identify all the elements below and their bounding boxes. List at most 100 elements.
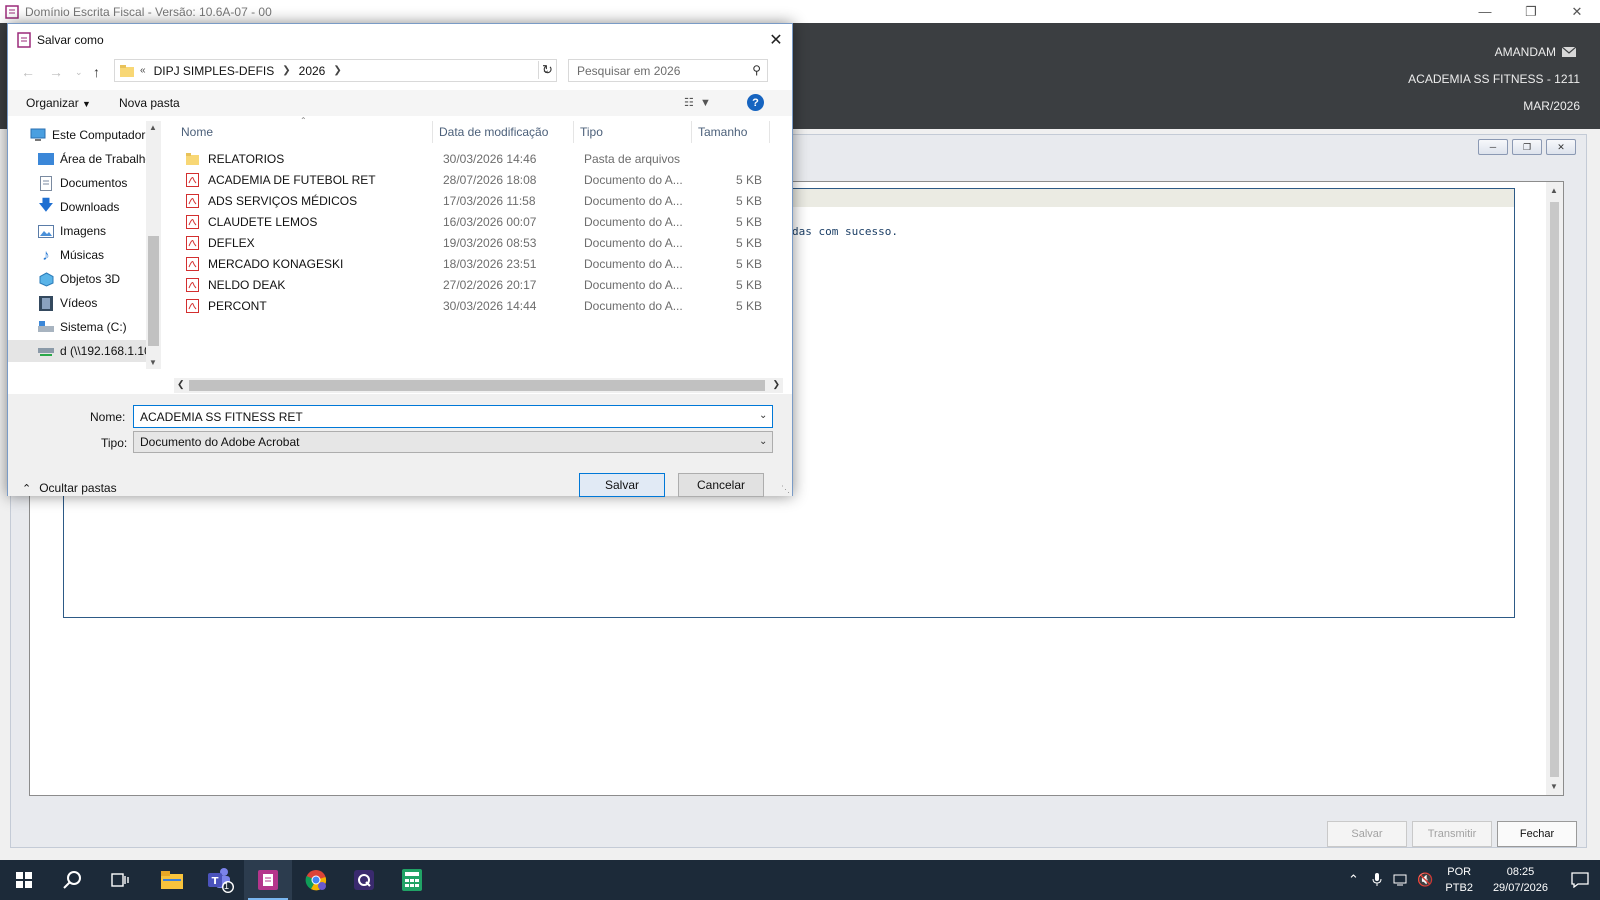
file-row-claudete-lemos[interactable]: CLAUDETE LEMOS 16/03/2026 00:07 Document… — [178, 212, 768, 232]
recent-locations-chevron-icon[interactable]: ⌄ — [75, 67, 83, 78]
filename-input[interactable] — [133, 405, 773, 428]
file-row-relatorios[interactable]: RELATORIOS 30/03/2026 14:46 Pasta de arq… — [178, 149, 768, 169]
transmit-button[interactable]: Transmitir — [1412, 821, 1492, 847]
search-icon — [63, 871, 81, 889]
nav-3d-objects[interactable]: Objetos 3D — [38, 268, 161, 290]
nav-downloads[interactable]: 🡇 Downloads — [38, 196, 161, 218]
dialog-navigation-row: ← → ⌄ ↑ « DIPJ SIMPLES-DEFIS ❯ 2026 ❯ ⌄ … — [8, 57, 792, 87]
chrome-icon — [305, 870, 327, 891]
search-taskbar-button[interactable] — [48, 860, 96, 900]
close-main-button[interactable]: Fechar — [1497, 821, 1577, 847]
resize-grip-icon[interactable]: ⋱ — [781, 484, 790, 495]
view-options-icon[interactable]: ☷ ▼ — [684, 96, 711, 109]
scroll-up-icon[interactable]: ▲ — [149, 123, 157, 132]
breadcrumb-2026[interactable]: 2026 — [299, 64, 326, 78]
save-main-button[interactable]: Salvar — [1327, 821, 1407, 847]
inner-restore-button[interactable]: ❐ — [1512, 139, 1542, 155]
filetype-label: Tipo: — [101, 436, 128, 450]
refresh-icon[interactable]: ↻ — [538, 61, 556, 79]
file-row-percont[interactable]: PERCONT 30/03/2026 14:44 Documento do A.… — [178, 296, 768, 316]
filename-dropdown-icon[interactable]: ⌄ — [759, 410, 767, 421]
scroll-thumb[interactable] — [1550, 202, 1559, 777]
nav-videos[interactable]: Vídeos — [38, 292, 161, 314]
user-name: AMANDAM — [1494, 45, 1556, 59]
column-type[interactable]: Tipo — [574, 121, 692, 143]
restore-button[interactable]: ❐ — [1508, 0, 1554, 23]
dialog-app-icon — [17, 31, 31, 48]
breadcrumb-overflow[interactable]: « — [140, 65, 146, 76]
scroll-right-icon[interactable]: ❯ — [772, 379, 780, 390]
save-button[interactable]: Salvar — [579, 473, 665, 497]
scroll-left-icon[interactable]: ❮ — [177, 379, 185, 390]
dialog-close-button[interactable]: ✕ — [760, 24, 792, 55]
scroll-up-icon[interactable]: ▲ — [1550, 186, 1558, 195]
file-row-academia-futebol[interactable]: ACADEMIA DE FUTEBOL RET 28/07/2026 18:08… — [178, 170, 768, 190]
navigation-scrollbar[interactable]: ▲ ▼ — [146, 121, 161, 369]
videos-icon — [38, 295, 54, 311]
file-list-horizontal-scrollbar[interactable]: ❮ ❯ — [174, 378, 783, 393]
nav-network-drive[interactable]: d (\\192.168.1.10 — [8, 340, 151, 362]
pdf-icon — [186, 278, 199, 292]
notifications-button[interactable] — [1560, 872, 1600, 888]
nav-images[interactable]: Imagens — [38, 220, 161, 242]
forward-arrow-icon[interactable]: → — [49, 64, 63, 80]
scroll-down-icon[interactable]: ▼ — [1550, 782, 1558, 791]
chrome-taskbar[interactable] — [292, 860, 340, 900]
file-row-mercado-konageski[interactable]: MERCADO KONAGESKI 18/03/2026 23:51 Docum… — [178, 254, 768, 274]
nav-music[interactable]: ♪ Músicas — [38, 244, 161, 266]
minimize-button[interactable]: — — [1462, 0, 1508, 23]
inner-close-button[interactable]: ✕ — [1546, 139, 1576, 155]
language-indicator[interactable]: POR PTB2 — [1445, 864, 1473, 896]
navigation-pane: Este Computador Área de Trabalho Documen… — [8, 121, 161, 369]
search-input[interactable]: Pesquisar em 2026 ⚲ — [568, 59, 768, 82]
chevron-up-icon[interactable]: ⌃ — [1341, 872, 1365, 888]
column-date[interactable]: Data de modificação — [433, 121, 574, 143]
filetype-select[interactable]: Documento do Adobe Acrobat — [133, 431, 773, 453]
content-scrollbar[interactable]: ▲ ▼ — [1546, 182, 1563, 795]
hide-folders-toggle[interactable]: ⌃ Ocultar pastas — [22, 481, 117, 495]
close-button[interactable]: ✕ — [1554, 0, 1600, 23]
clock[interactable]: 08:25 29/07/2026 — [1493, 864, 1548, 896]
cancel-button[interactable]: Cancelar — [678, 473, 764, 497]
new-folder-button[interactable]: Nova pasta — [119, 96, 180, 110]
app-titlebar: Domínio Escrita Fiscal - Versão: 10.6A-0… — [0, 0, 1600, 23]
images-icon — [38, 223, 54, 239]
column-name[interactable]: Nome — [175, 121, 433, 143]
file-row-ads-servicos[interactable]: ADS SERVIÇOS MÉDICOS 17/03/2026 11:58 Do… — [178, 191, 768, 211]
dominio-taskbar[interactable] — [244, 860, 292, 900]
breadcrumb-separator-icon[interactable]: ❯ — [333, 65, 341, 76]
task-view-button[interactable] — [96, 860, 144, 900]
dialog-titlebar[interactable]: Salvar como — [8, 24, 792, 55]
breadcrumb-separator-icon[interactable]: ❯ — [282, 65, 290, 76]
nav-documents[interactable]: Documentos — [38, 172, 161, 194]
windows-icon — [16, 872, 32, 888]
objects3d-icon — [38, 271, 54, 287]
nav-this-pc[interactable]: Este Computador — [30, 124, 161, 146]
nav-desktop[interactable]: Área de Trabalho — [38, 148, 161, 170]
start-button[interactable] — [0, 860, 48, 900]
teams-taskbar[interactable]: T 1 — [196, 860, 244, 900]
file-explorer-taskbar[interactable] — [148, 860, 196, 900]
clock-time: 08:25 — [1506, 866, 1535, 878]
help-icon[interactable]: ? — [747, 94, 764, 111]
organize-menu[interactable]: Organizar ▼ — [26, 96, 91, 110]
filetype-dropdown-icon[interactable]: ⌄ — [759, 436, 767, 447]
address-bar[interactable]: « DIPJ SIMPLES-DEFIS ❯ 2026 ❯ ⌄ — [114, 59, 557, 82]
back-arrow-icon[interactable]: ← — [21, 64, 35, 80]
file-row-deflex[interactable]: DEFLEX 19/03/2026 08:53 Documento do A..… — [178, 233, 768, 253]
file-row-neldo-deak[interactable]: NELDO DEAK 27/02/2026 20:17 Documento do… — [178, 275, 768, 295]
volume-muted-icon[interactable]: 🔇 — [1413, 872, 1437, 888]
column-size[interactable]: Tamanho — [692, 121, 770, 143]
inner-minimize-button[interactable]: ─ — [1478, 139, 1508, 155]
nav-system-drive[interactable]: Sistema (C:) — [38, 316, 161, 338]
scroll-thumb[interactable] — [148, 236, 159, 346]
calculator-taskbar[interactable] — [388, 860, 436, 900]
user-info[interactable]: AMANDAM — [1495, 45, 1576, 59]
scroll-down-icon[interactable]: ▼ — [149, 358, 157, 367]
network-icon[interactable] — [1389, 874, 1413, 886]
up-arrow-icon[interactable]: ↑ — [93, 64, 100, 80]
scroll-thumb[interactable] — [189, 380, 765, 391]
microphone-icon[interactable] — [1365, 873, 1389, 887]
breadcrumb-dipj[interactable]: DIPJ SIMPLES-DEFIS — [154, 64, 275, 78]
app-q-taskbar[interactable] — [340, 860, 388, 900]
